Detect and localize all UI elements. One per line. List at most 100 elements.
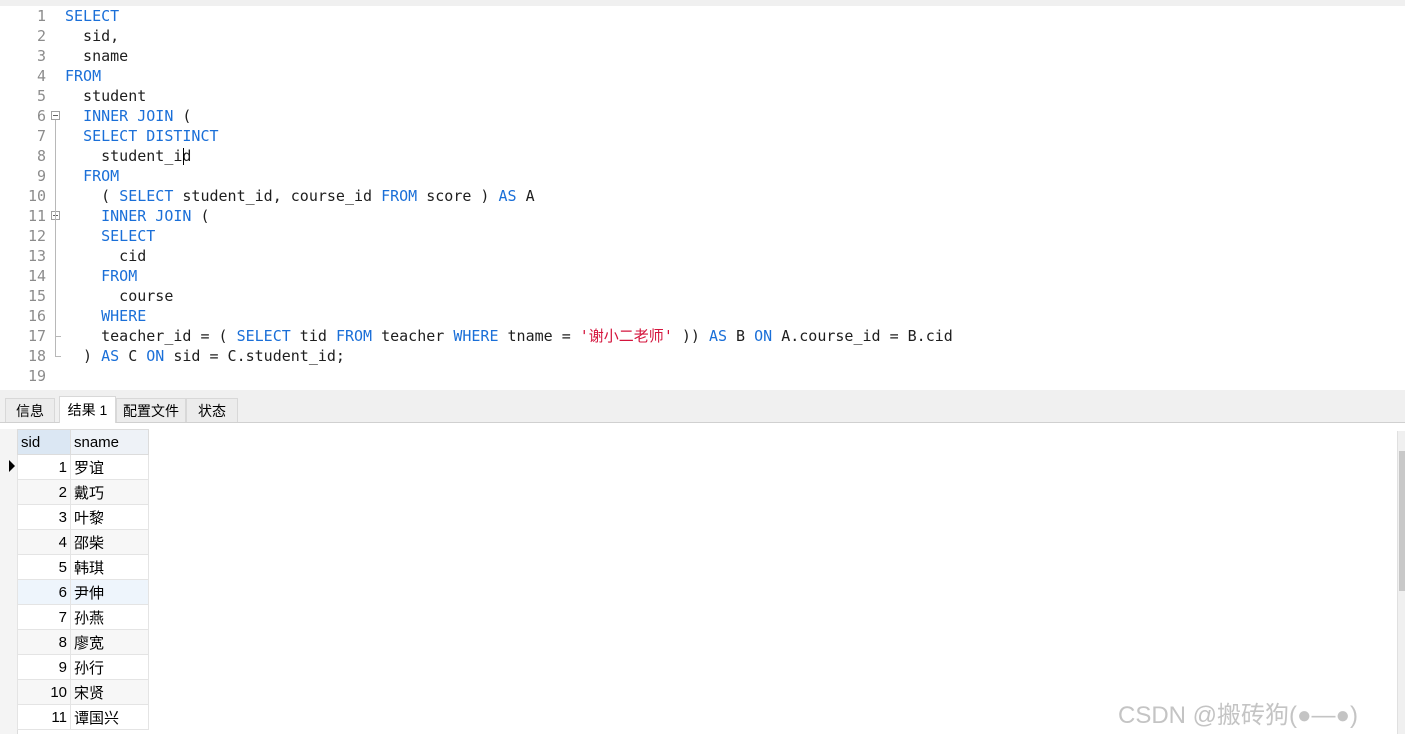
line-number: 11 [27, 207, 46, 225]
cell-sid[interactable]: 10 [17, 679, 71, 705]
sql-token: sid = C.student_id; [164, 347, 345, 365]
cell-sname[interactable]: 谭国兴 [70, 704, 149, 730]
table-row[interactable]: 6 尹伸 [17, 579, 149, 605]
sql-token: student_id, course_id [173, 187, 382, 205]
cell-sid[interactable]: 2 [17, 479, 71, 505]
code-text: SELECT DISTINCT [65, 126, 218, 146]
code-line[interactable]: 13 cid [0, 246, 1405, 266]
line-number: 16 [27, 307, 46, 325]
sql-token: teacher_id = ( [65, 327, 237, 345]
vertical-scrollbar[interactable] [1397, 431, 1405, 734]
sql-keyword: FROM [65, 67, 102, 85]
tab-info[interactable]: 信息 [5, 398, 55, 422]
code-line[interactable]: 18 ) AS C ON sid = C.student_id; [0, 346, 1405, 366]
cell-sid[interactable]: 3 [17, 504, 71, 530]
cell-sname[interactable]: 罗谊 [70, 454, 149, 480]
line-number: 19 [27, 367, 46, 385]
sql-keyword: INNER JOIN [101, 207, 192, 225]
row-indicator-column [0, 429, 18, 734]
code-line[interactable]: 8 student_id [0, 146, 1405, 166]
cell-sname[interactable]: 尹伸 [70, 579, 149, 605]
column-header-sname[interactable]: sname [70, 429, 149, 455]
line-number: 18 [27, 347, 46, 365]
table-row[interactable]: 3 叶黎 [17, 504, 149, 530]
result-tab-bar: 信息 结果 1 配置文件 状态 [0, 395, 1405, 423]
table-row[interactable]: 5 韩琪 [17, 554, 149, 580]
code-line[interactable]: 5 student [0, 86, 1405, 106]
cell-sname[interactable]: 韩琪 [70, 554, 149, 580]
code-text: WHERE [65, 306, 146, 326]
cell-sid[interactable]: 7 [17, 604, 71, 630]
table-row[interactable]: 10 宋贤 [17, 679, 149, 705]
sql-token: C [119, 347, 147, 365]
sql-keyword: FROM [83, 167, 120, 185]
table-row[interactable]: 1 罗谊 [17, 454, 149, 480]
code-line[interactable]: 2 sid, [0, 26, 1405, 46]
cell-sname[interactable]: 廖宽 [70, 629, 149, 655]
line-number: 9 [36, 167, 46, 185]
code-line[interactable]: 17 teacher_id = ( SELECT tid FROM teache… [0, 326, 1405, 346]
table-row[interactable]: 11 谭国兴 [17, 704, 149, 730]
cell-sid[interactable]: 8 [17, 629, 71, 655]
code-line[interactable]: 12 SELECT [0, 226, 1405, 246]
sql-keyword: FROM [335, 327, 373, 345]
line-number: 1 [36, 7, 46, 25]
sql-token: tname = [498, 327, 580, 345]
cell-sname[interactable]: 孙行 [70, 654, 149, 680]
cell-sid[interactable]: 1 [17, 454, 71, 480]
sql-keyword: FROM [101, 267, 138, 285]
code-line[interactable]: 10 ( SELECT student_id, course_id FROM s… [0, 186, 1405, 206]
cell-sname[interactable]: 宋贤 [70, 679, 149, 705]
code-line[interactable]: 6 INNER JOIN ( [0, 106, 1405, 126]
cell-sname[interactable]: 孙燕 [70, 604, 149, 630]
tab-status[interactable]: 状态 [186, 398, 238, 422]
code-line[interactable]: 7 SELECT DISTINCT [0, 126, 1405, 146]
code-text: student_id [65, 146, 191, 166]
table-row[interactable]: 2 戴巧 [17, 479, 149, 505]
cell-sid[interactable]: 11 [17, 704, 71, 730]
sql-keyword: AS [101, 347, 120, 365]
tab-result-1[interactable]: 结果 1 [59, 396, 116, 423]
sql-token: A [516, 187, 535, 205]
code-text: student [65, 86, 146, 106]
column-header-sid[interactable]: sid [17, 429, 71, 455]
code-text: FROM [65, 166, 119, 186]
sql-token: student_id [65, 147, 192, 165]
code-line[interactable]: 9 FROM [0, 166, 1405, 186]
watermark: CSDN @搬砖狗(●—●) [1118, 702, 1359, 729]
line-number: 14 [27, 267, 46, 285]
tab-profile[interactable]: 配置文件 [116, 398, 186, 422]
table-row[interactable]: 8 廖宽 [17, 629, 149, 655]
code-line[interactable]: 14 FROM [0, 266, 1405, 286]
fold-end-marker [55, 336, 61, 337]
line-number: 7 [36, 127, 46, 145]
cell-sid[interactable]: 9 [17, 654, 71, 680]
sql-editor[interactable]: 1 SELECT 2 sid, 3 sname 4 FROM 5 student 6 INNE… [0, 6, 1405, 390]
sql-keyword: ON [146, 347, 165, 365]
cell-sid[interactable]: 6 [17, 579, 71, 605]
code-line[interactable]: 4 FROM [0, 66, 1405, 86]
cell-sname[interactable]: 戴巧 [70, 479, 149, 505]
cell-sname[interactable]: 叶黎 [70, 504, 149, 530]
sql-string: '谢小二老师' [579, 327, 673, 345]
code-line[interactable]: 16 WHERE [0, 306, 1405, 326]
fold-toggle-icon[interactable] [51, 111, 60, 120]
table-row[interactable]: 9 孙行 [17, 654, 149, 680]
code-line[interactable]: 15 course [0, 286, 1405, 306]
cell-sid[interactable]: 4 [17, 529, 71, 555]
sql-keyword: WHERE [101, 307, 147, 325]
scrollbar-thumb[interactable] [1399, 451, 1405, 591]
code-line[interactable]: 19 [0, 366, 1405, 386]
table-row[interactable]: 7 孙燕 [17, 604, 149, 630]
code-line[interactable]: 3 sname [0, 46, 1405, 66]
code-line[interactable]: 1 SELECT [0, 6, 1405, 26]
code-line[interactable]: 11 INNER JOIN ( [0, 206, 1405, 226]
cell-sid[interactable]: 5 [17, 554, 71, 580]
cell-sname[interactable]: 邵柴 [70, 529, 149, 555]
table-row[interactable]: 4 邵柴 [17, 529, 149, 555]
text-caret [183, 148, 184, 165]
